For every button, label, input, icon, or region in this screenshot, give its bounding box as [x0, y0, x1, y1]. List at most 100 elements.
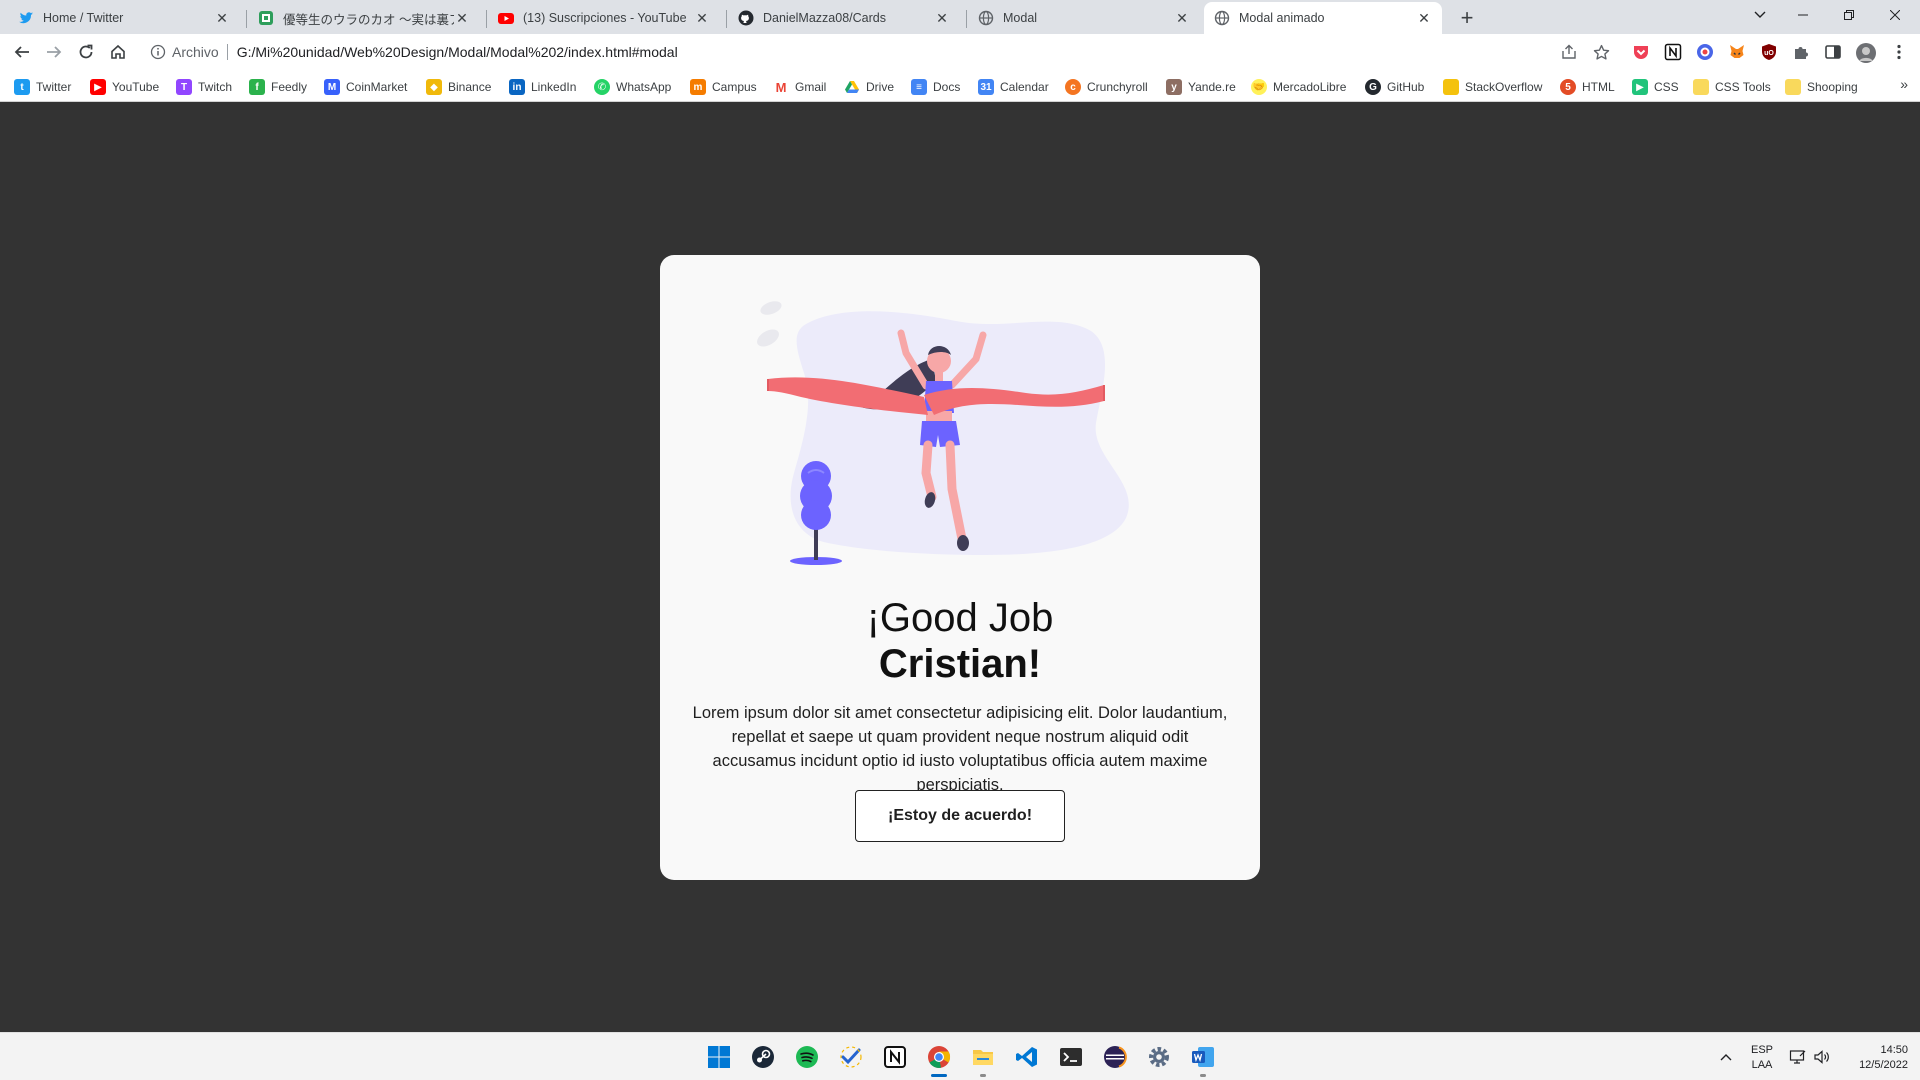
info-icon[interactable] — [150, 44, 166, 60]
forward-button[interactable] — [40, 38, 68, 66]
chrome-icon[interactable] — [923, 1041, 955, 1077]
bookmark-folder-css-tools[interactable]: CSS Tools — [1693, 78, 1771, 96]
address-url[interactable]: G:/Mi%20unidad/Web%20Design/Modal/Modal%… — [237, 44, 678, 60]
twitter-icon: t — [14, 79, 30, 95]
bookmark-stackoverflow[interactable]: StackOverflow — [1443, 78, 1542, 96]
reload-icon — [79, 44, 93, 59]
bookmark-label: Campus — [712, 80, 757, 94]
ublock-icon[interactable]: uO — [1760, 43, 1778, 61]
tab-manga[interactable]: 優等生のウラのカオ 〜実は裏アカ女子 ✕ — [248, 2, 480, 34]
eclipse-icon[interactable] — [1099, 1041, 1131, 1073]
tab-modal-animado[interactable]: Modal animado ✕ — [1204, 2, 1442, 34]
bookmark-gmail[interactable]: M Gmail — [773, 78, 826, 96]
windows-start-icon[interactable] — [703, 1041, 735, 1073]
new-tab-button[interactable]: + — [1455, 5, 1479, 30]
modal-title-name: Cristian! — [878, 642, 1042, 686]
restore-button[interactable] — [1826, 0, 1872, 30]
bookmark-folder-shooping[interactable]: Shooping — [1785, 78, 1858, 96]
close-tab-icon[interactable]: ✕ — [694, 10, 710, 26]
share-icon[interactable] — [1560, 43, 1578, 61]
bookmark-coinmarket[interactable]: M CoinMarket — [324, 78, 407, 96]
close-tab-icon[interactable]: ✕ — [934, 10, 950, 26]
tab-search-icon[interactable] — [1737, 0, 1783, 30]
close-tab-icon[interactable]: ✕ — [454, 10, 470, 26]
close-window-button[interactable] — [1872, 0, 1918, 30]
volume-icon[interactable] — [1810, 1041, 1834, 1073]
home-button[interactable] — [104, 38, 132, 66]
modal-title: ¡Good Job Cristian! — [660, 595, 1260, 687]
bookmark-label: WhatsApp — [616, 80, 672, 94]
forward-arrow-icon — [47, 46, 62, 58]
terminal-icon[interactable] — [1055, 1041, 1087, 1073]
side-panel-icon[interactable] — [1824, 43, 1842, 61]
notion-icon[interactable] — [1664, 43, 1682, 61]
bookmark-youtube[interactable]: ▶ YouTube — [90, 78, 159, 96]
bookmark-feedly[interactable]: f Feedly — [249, 78, 307, 96]
bookmark-campus[interactable]: m Campus — [690, 78, 757, 96]
active-app-indicator — [931, 1074, 947, 1077]
address-bar[interactable]: Archivo G:/Mi%20unidad/Web%20Design/Moda… — [140, 37, 1620, 67]
minimize-button[interactable] — [1780, 0, 1826, 30]
close-tab-icon[interactable]: ✕ — [1174, 10, 1190, 26]
bookmark-github[interactable]: G GitHub — [1365, 78, 1424, 96]
bookmark-calendar[interactable]: 31 Calendar — [978, 78, 1049, 96]
word-icon[interactable] — [1187, 1041, 1219, 1077]
tab-github[interactable]: DanielMazza08/Cards ✕ — [728, 2, 960, 34]
close-tab-icon[interactable]: ✕ — [1416, 10, 1432, 26]
notion-icon[interactable] — [879, 1041, 911, 1073]
bookmark-linkedin[interactable]: in LinkedIn — [509, 78, 576, 96]
bookmark-star-icon[interactable] — [1592, 43, 1610, 61]
bookmark-label: HTML — [1582, 80, 1615, 94]
extensions-puzzle-icon[interactable] — [1792, 43, 1810, 61]
tab-title: 優等生のウラのカオ 〜実は裏アカ女子 — [283, 12, 454, 27]
tab-twitter[interactable]: Home / Twitter ✕ — [8, 2, 240, 34]
bookmark-twitter[interactable]: t Twitter — [14, 78, 71, 96]
bookmark-mercadolibre[interactable]: 🤝 MercadoLibre — [1251, 78, 1346, 96]
tab-strip: Home / Twitter ✕ 優等生のウラのカオ 〜実は裏アカ女子 ✕ (1… — [0, 0, 1920, 34]
file-explorer-icon[interactable] — [967, 1041, 999, 1077]
bookmark-drive[interactable]: Drive — [844, 78, 894, 96]
metamask-icon[interactable] — [1728, 43, 1746, 61]
bookmark-crunchyroll[interactable]: c Crunchyroll — [1065, 78, 1148, 96]
settings-icon[interactable] — [1143, 1041, 1175, 1073]
color-picker-icon[interactable] — [1696, 43, 1714, 61]
bookmark-docs[interactable]: ≡ Docs — [911, 78, 960, 96]
show-hidden-icons-chevron-icon[interactable] — [1712, 1041, 1740, 1073]
agree-button[interactable]: ¡Estoy de acuerdo! — [855, 790, 1065, 842]
tab-youtube[interactable]: (13) Suscripciones - YouTube ✕ — [488, 2, 720, 34]
binance-icon: ◆ — [426, 79, 442, 95]
address-scheme-label: Archivo — [172, 44, 219, 60]
vscode-icon[interactable] — [1011, 1041, 1043, 1073]
bookmark-yandere[interactable]: y Yande.re — [1166, 78, 1236, 96]
steam-icon[interactable] — [747, 1041, 779, 1073]
bookmark-binance[interactable]: ◆ Binance — [426, 78, 491, 96]
todo-icon[interactable] — [835, 1041, 867, 1073]
system-clock[interactable]: 14:50 12/5/2022 — [1838, 1043, 1908, 1073]
close-tab-icon[interactable]: ✕ — [214, 10, 230, 26]
bookmark-twitch[interactable]: T Twitch — [176, 78, 232, 96]
bookmark-label: Docs — [933, 80, 961, 94]
bookmark-html[interactable]: 5 HTML — [1560, 78, 1615, 96]
profile-avatar[interactable] — [1856, 43, 1876, 63]
input-language-indicator[interactable]: ESP LAA — [1748, 1043, 1776, 1073]
more-bookmarks-button[interactable]: » — [1900, 76, 1908, 92]
mercadolibre-icon: 🤝 — [1251, 79, 1267, 95]
bookmark-whatsapp[interactable]: ✆ WhatsApp — [594, 78, 671, 96]
spotify-icon[interactable] — [791, 1041, 823, 1073]
twitch-icon: T — [176, 79, 192, 95]
reload-button[interactable] — [72, 38, 100, 66]
tab-modal[interactable]: Modal ✕ — [968, 2, 1200, 34]
bookmark-label: Drive — [866, 80, 895, 94]
youtube-icon: ▶ — [90, 79, 106, 95]
back-button[interactable] — [8, 38, 36, 66]
bookmark-label: Gmail — [795, 80, 827, 94]
yandere-icon: y — [1166, 79, 1182, 95]
pocket-icon[interactable] — [1632, 43, 1650, 61]
bookmark-label: MercadoLibre — [1273, 80, 1347, 94]
page-viewport: ¡Good Job Cristian! Lorem ipsum dolor si… — [0, 102, 1920, 1032]
chrome-menu-icon[interactable] — [1890, 43, 1908, 61]
tab-divider — [486, 10, 487, 28]
bookmark-css[interactable]: ▶ CSS — [1632, 78, 1679, 96]
windows-taskbar: ESP LAA 14:50 12/5/2022 — [0, 1032, 1920, 1080]
network-icon[interactable] — [1786, 1041, 1810, 1073]
